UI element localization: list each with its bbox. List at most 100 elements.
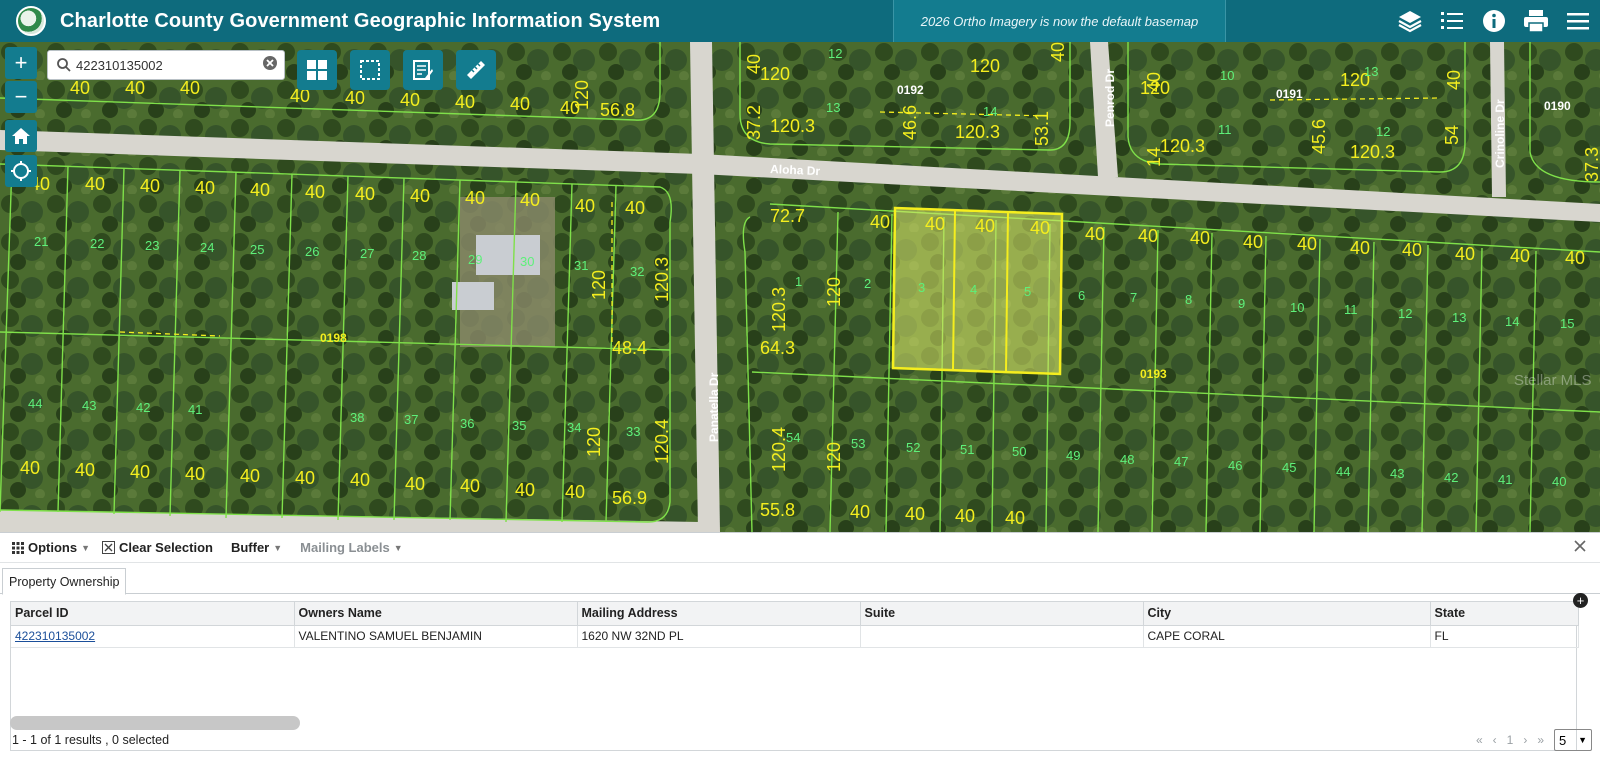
svg-text:40: 40 — [1350, 238, 1370, 258]
buffer-label: Buffer — [230, 540, 270, 555]
svg-text:120: 120 — [970, 56, 1000, 76]
svg-text:40: 40 — [1144, 72, 1164, 92]
prev-page-button[interactable]: ‹ — [1493, 733, 1497, 747]
aerial-basemap: 40 40 40 40 40 40 40 40 40 56.8 40 40 40 40 40 40 40 40 4… — [0, 42, 1600, 532]
locate-icon — [11, 161, 31, 181]
svg-text:34: 34 — [567, 420, 581, 435]
notes-button[interactable] — [403, 50, 443, 90]
announcement-banner: 2026 Ortho Imagery is now the default ba… — [893, 0, 1226, 42]
locate-button[interactable] — [5, 155, 37, 187]
column-header-state[interactable]: State — [1430, 602, 1579, 626]
clear-search-button[interactable] — [262, 55, 278, 76]
county-logo — [16, 6, 46, 36]
svg-text:40: 40 — [575, 196, 595, 216]
svg-text:40: 40 — [70, 78, 90, 98]
results-toolbar: Options ▼ Clear Selection Buffer ▼ Maili… — [0, 533, 1600, 563]
add-column-button[interactable]: + — [1573, 593, 1588, 608]
svg-text:120.3: 120.3 — [769, 287, 789, 332]
buffer-menu[interactable]: Buffer ▼ — [231, 540, 282, 555]
chevron-down-icon: ▼ — [393, 542, 403, 553]
svg-text:26: 26 — [305, 244, 319, 259]
options-menu[interactable]: Options ▼ — [12, 540, 90, 555]
next-page-button[interactable]: › — [1523, 733, 1527, 747]
svg-text:41: 41 — [188, 402, 202, 417]
last-page-button[interactable]: » — [1537, 733, 1544, 747]
column-header-parcel-id[interactable]: Parcel ID — [11, 602, 295, 626]
svg-text:40: 40 — [1048, 42, 1068, 62]
select-area-icon — [360, 60, 380, 80]
svg-text:53.1: 53.1 — [1032, 111, 1052, 146]
svg-text:22: 22 — [90, 236, 104, 251]
table-header-row: Parcel ID Owners Name Mailing Address Su… — [11, 602, 1579, 626]
zoom-in-button[interactable]: + — [5, 47, 37, 79]
results-tabs: Property Ownership — [0, 563, 1600, 595]
first-page-button[interactable]: « — [1476, 733, 1483, 747]
column-header-owners-name[interactable]: Owners Name — [294, 602, 578, 626]
svg-text:40: 40 — [1455, 244, 1475, 264]
page-size-select[interactable]: 5 ▼ — [1554, 729, 1592, 751]
svg-text:40: 40 — [625, 198, 645, 218]
svg-text:120: 120 — [824, 442, 844, 472]
svg-text:40: 40 — [400, 90, 420, 110]
svg-text:14: 14 — [1144, 147, 1164, 167]
svg-text:40: 40 — [130, 462, 150, 482]
street-label-panatella: Panatella Dr — [707, 372, 721, 442]
svg-text:40: 40 — [1030, 218, 1050, 238]
svg-text:6: 6 — [1078, 288, 1085, 303]
basemap-grid-icon — [307, 60, 327, 80]
svg-text:52: 52 — [906, 440, 920, 455]
svg-text:14: 14 — [1505, 314, 1519, 329]
select-area-button[interactable] — [350, 50, 390, 90]
measure-button[interactable] — [456, 50, 496, 90]
parcel-id-link[interactable]: 422310135002 — [15, 629, 95, 643]
zoom-out-button[interactable]: − — [5, 81, 37, 113]
svg-text:13: 13 — [826, 100, 840, 115]
street-label-aloha: Aloha Dr — [770, 162, 821, 178]
search-input[interactable] — [76, 57, 262, 73]
layers-icon[interactable] — [1396, 7, 1424, 35]
chevron-down-icon: ▼ — [1578, 735, 1587, 745]
menu-icon[interactable] — [1564, 7, 1592, 35]
list-icon[interactable] — [1438, 7, 1466, 35]
svg-text:120.3: 120.3 — [652, 257, 672, 302]
print-icon[interactable] — [1522, 7, 1550, 35]
table-row[interactable]: 422310135002 VALENTINO SAMUEL BENJAMIN 1… — [11, 625, 1579, 648]
home-button[interactable] — [5, 120, 37, 152]
close-panel-button[interactable] — [1574, 539, 1586, 557]
svg-text:54: 54 — [1442, 125, 1462, 145]
svg-text:33: 33 — [626, 424, 640, 439]
svg-text:40: 40 — [410, 186, 430, 206]
map-view[interactable]: 40 40 40 40 40 40 40 40 40 56.8 40 40 40 40 40 40 40 40 4… — [0, 42, 1600, 532]
options-label: Options — [28, 540, 78, 555]
tab-property-ownership[interactable]: Property Ownership — [2, 568, 127, 595]
cell-owners-name: VALENTINO SAMUEL BENJAMIN — [294, 625, 578, 648]
info-icon[interactable] — [1480, 7, 1508, 35]
column-header-suite[interactable]: Suite — [860, 602, 1144, 626]
svg-text:40: 40 — [975, 216, 995, 236]
svg-text:40: 40 — [180, 78, 200, 98]
svg-text:41: 41 — [1498, 472, 1512, 487]
column-header-city[interactable]: City — [1143, 602, 1431, 626]
svg-text:120: 120 — [589, 270, 609, 300]
clear-selection-icon — [102, 541, 116, 554]
street-label-crinoline: Crinoline Dr — [1493, 99, 1507, 168]
svg-text:120: 120 — [760, 64, 790, 84]
mailing-labels-menu[interactable]: Mailing Labels ▼ — [300, 540, 403, 555]
svg-text:45.6: 45.6 — [1309, 119, 1329, 154]
home-icon — [12, 128, 30, 144]
svg-text:46.6: 46.6 — [900, 105, 920, 140]
svg-text:28: 28 — [412, 248, 426, 263]
horizontal-scrollbar[interactable] — [10, 716, 300, 730]
svg-text:5: 5 — [1024, 284, 1031, 299]
basemap-grid-button[interactable] — [297, 50, 337, 90]
svg-text:36: 36 — [460, 416, 474, 431]
clear-selection-button[interactable]: Clear Selection — [102, 540, 213, 555]
chevron-down-icon: ▼ — [273, 542, 283, 553]
svg-text:24: 24 — [200, 240, 214, 255]
column-header-mailing-address[interactable]: Mailing Address — [577, 602, 861, 626]
svg-text:49: 49 — [1066, 448, 1080, 463]
svg-text:40: 40 — [1138, 226, 1158, 246]
svg-text:29: 29 — [468, 252, 482, 267]
svg-text:40: 40 — [1552, 474, 1566, 489]
svg-text:120.4: 120.4 — [652, 419, 672, 464]
